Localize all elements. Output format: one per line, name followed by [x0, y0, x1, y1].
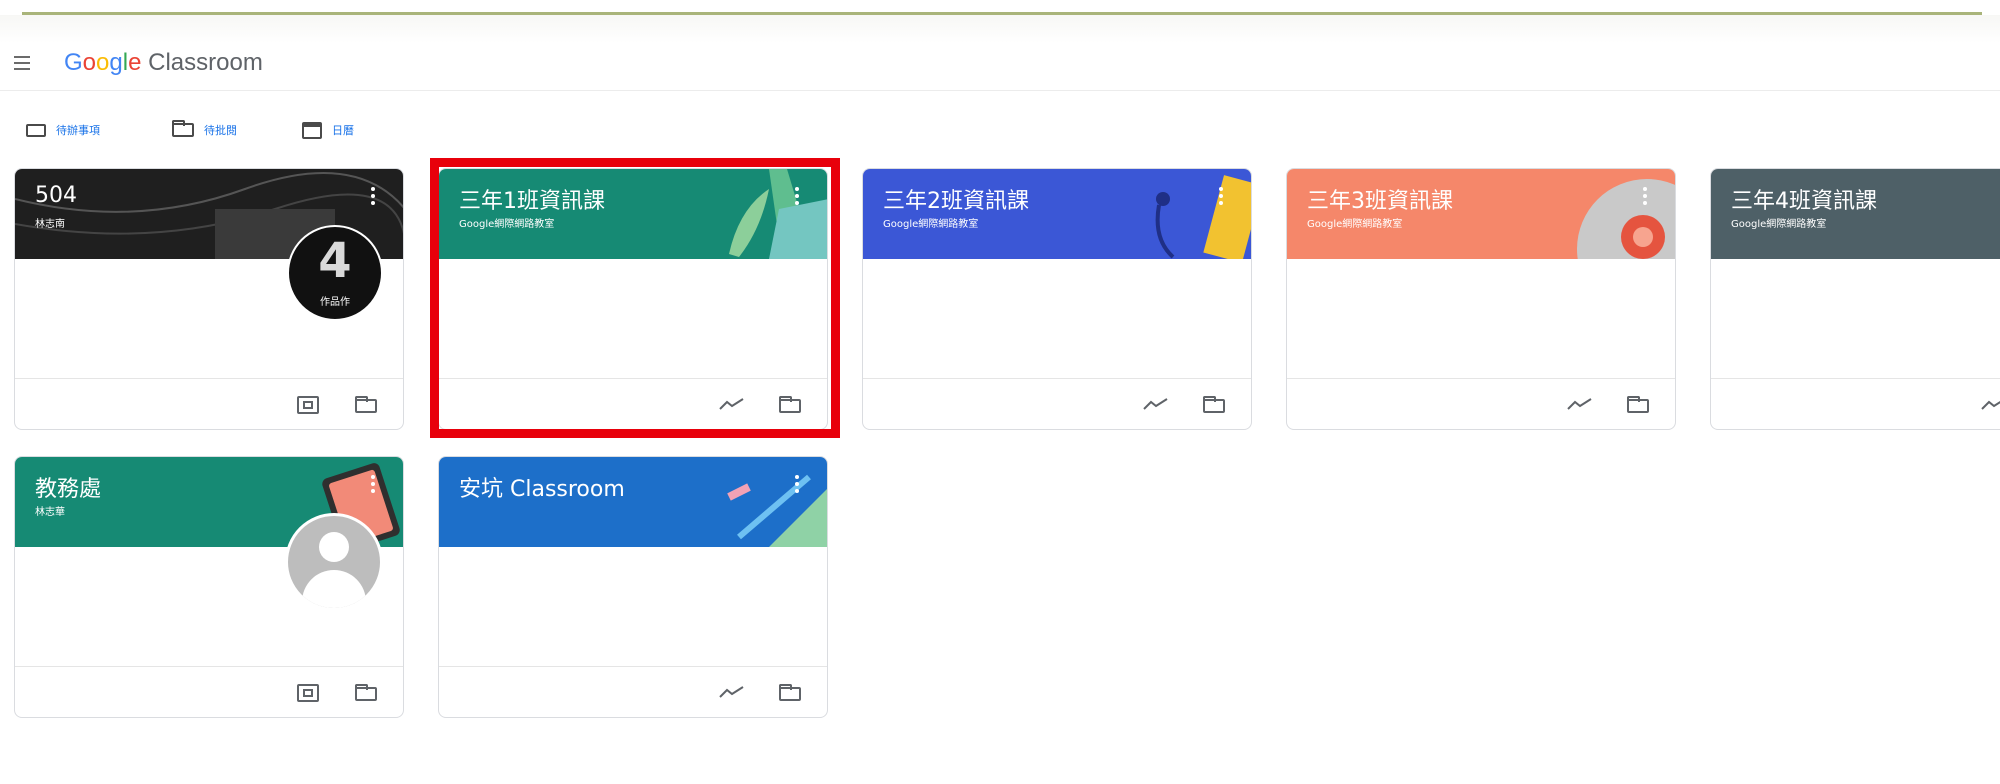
card-subtitle: 林志華: [35, 507, 65, 518]
card-footer: [439, 378, 827, 429]
assignment-icon: [26, 123, 46, 137]
card-footer: [15, 378, 403, 429]
folder-button[interactable]: [775, 393, 805, 415]
avatar-number: 4: [318, 233, 352, 289]
more-options-icon[interactable]: [795, 187, 799, 205]
card-title[interactable]: 教務處: [35, 471, 101, 503]
card-title[interactable]: 504: [35, 183, 77, 208]
photo-icon: [297, 684, 319, 702]
class-card-grade3-class2[interactable]: 三年2班資訊課 Google網際網路教室: [862, 168, 1252, 430]
card-banner: 三年3班資訊課 Google網際網路教室: [1287, 169, 1675, 259]
app-bar: Google Classroom: [0, 42, 2000, 91]
folder-icon: [779, 396, 801, 413]
more-options-icon[interactable]: [1219, 187, 1223, 205]
card-banner: 三年1班資訊課 Google網際網路教室: [439, 169, 827, 259]
menu-icon[interactable]: [14, 56, 32, 70]
folder-button[interactable]: [1199, 393, 1229, 415]
class-card-grade3-class1[interactable]: 三年1班資訊課 Google網際網路教室: [438, 168, 828, 430]
trend-button[interactable]: [717, 393, 747, 415]
photo-icon: [297, 396, 319, 414]
class-card-grade3-class3[interactable]: 三年3班資訊課 Google網際網路教室: [1286, 168, 1676, 430]
todo-label: 待辦事項: [56, 124, 100, 137]
top-shade: [0, 15, 2000, 43]
photo-button[interactable]: [293, 681, 323, 703]
card-title[interactable]: 三年3班資訊課: [1307, 183, 1453, 215]
trend-button[interactable]: [717, 681, 747, 703]
class-card-academic-office[interactable]: 教務處 林志華: [14, 456, 404, 718]
photo-button[interactable]: [293, 393, 323, 415]
calendar-icon: [302, 121, 322, 139]
to-review-label: 待批閱: [204, 124, 237, 137]
folder-icon: [779, 684, 801, 701]
folder-button[interactable]: [1623, 393, 1653, 415]
trend-icon: [719, 398, 744, 410]
bottom-edge: [0, 770, 2000, 784]
trend-button[interactable]: [1141, 393, 1171, 415]
todo-link[interactable]: 待辦事項: [26, 118, 100, 142]
class-card-grade3-class4[interactable]: 三年4班資訊課 Google網際網路教室: [1710, 168, 2000, 430]
folder-button[interactable]: [775, 681, 805, 703]
avatar: 4 作品作: [287, 225, 383, 321]
card-footer: [1711, 378, 2000, 429]
trend-icon: [1567, 398, 1592, 410]
trend-icon: [719, 686, 744, 698]
card-banner: 安坑 Classroom: [439, 457, 827, 547]
card-title[interactable]: 三年2班資訊課: [883, 183, 1029, 215]
folder-button[interactable]: [351, 393, 381, 415]
trend-icon: [1981, 400, 2000, 410]
card-subtitle: Google網際網路教室: [1731, 219, 1827, 230]
folder-icon: [1627, 396, 1649, 413]
card-subtitle: Google網際網路教室: [1307, 219, 1403, 230]
trend-icon: [1143, 398, 1168, 410]
app-logo[interactable]: Google Classroom: [64, 49, 263, 77]
card-subtitle: Google網際網路教室: [459, 219, 555, 230]
card-banner: 三年4班資訊課 Google網際網路教室: [1711, 169, 2000, 259]
card-title[interactable]: 安坑 Classroom: [459, 471, 625, 503]
product-name: Classroom: [148, 49, 263, 76]
avatar: [285, 513, 383, 611]
folder-icon: [355, 396, 377, 413]
card-subtitle: Google網際網路教室: [883, 219, 979, 230]
more-options-icon[interactable]: [371, 475, 375, 493]
trend-button[interactable]: [1979, 393, 2000, 415]
avatar-caption: 作品作: [320, 297, 350, 308]
folder-icon: [172, 120, 194, 137]
folder-button[interactable]: [351, 681, 381, 703]
card-title[interactable]: 三年1班資訊課: [459, 183, 605, 215]
class-card-504[interactable]: 504 林志南 4 作品作: [14, 168, 404, 430]
calendar-link[interactable]: 日曆: [302, 118, 354, 142]
more-options-icon[interactable]: [795, 475, 799, 493]
folder-icon: [1203, 396, 1225, 413]
card-banner: 三年2班資訊課 Google網際網路教室: [863, 169, 1251, 259]
card-footer: [439, 666, 827, 717]
trend-button[interactable]: [1565, 393, 1595, 415]
folder-icon: [355, 684, 377, 701]
to-review-link[interactable]: 待批閱: [172, 118, 237, 142]
card-footer: [863, 378, 1251, 429]
card-title[interactable]: 三年4班資訊課: [1731, 183, 1877, 215]
google-wordmark: Google: [64, 49, 142, 76]
calendar-label: 日曆: [332, 124, 354, 137]
more-options-icon[interactable]: [1643, 187, 1647, 205]
card-footer: [1287, 378, 1675, 429]
more-options-icon[interactable]: [371, 187, 375, 205]
card-footer: [15, 666, 403, 717]
class-card-ankeng[interactable]: 安坑 Classroom: [438, 456, 828, 718]
card-subtitle: 林志南: [35, 219, 65, 230]
